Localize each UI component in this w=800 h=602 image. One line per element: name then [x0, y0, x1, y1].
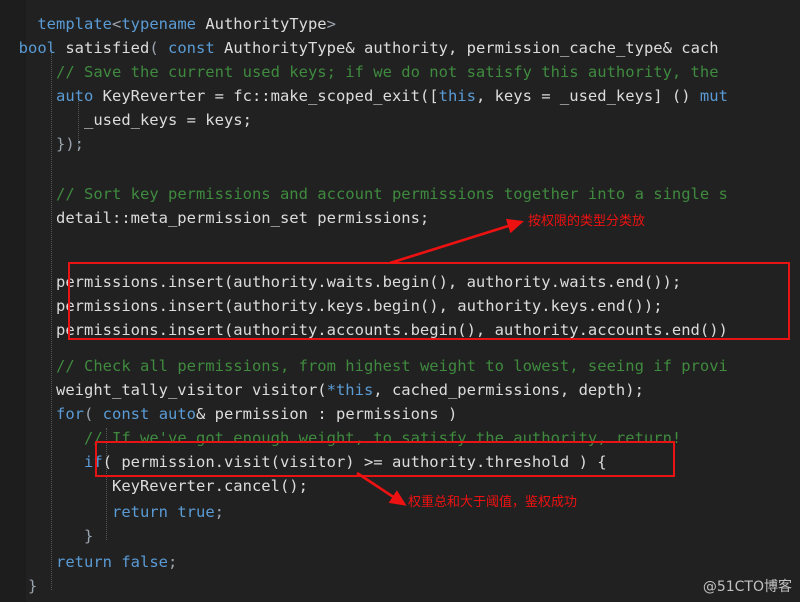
code-line[interactable]: weight_tally_visitor visitor(*this, cach…: [0, 378, 644, 402]
code-token: detail::meta_permission_set permissions;: [0, 209, 430, 227]
code-line[interactable]: bool satisfied( const AuthorityType& aut…: [0, 36, 719, 60]
code-token: permissions.insert(authority.accounts.be…: [0, 321, 728, 339]
code-token: permissions.insert(authority.waits.begin…: [0, 273, 682, 291]
code-token: auto: [158, 405, 197, 423]
code-token: , cached_permissions, depth);: [373, 381, 644, 399]
code-line[interactable]: detail::meta_permission_set permissions;: [0, 206, 429, 230]
code-token: }: [0, 527, 94, 545]
code-token: _used_keys = keys;: [0, 111, 252, 129]
code-line[interactable]: // Sort key permissions and account perm…: [0, 182, 728, 206]
code-token: }: [0, 577, 38, 595]
code-token: AuthorityType& authority, permission_cac…: [214, 39, 719, 57]
code-line[interactable]: }: [0, 574, 37, 598]
code-token: *this: [326, 381, 374, 399]
code-token: KeyReverter = fc::make_scoped_exit([: [93, 87, 439, 105]
code-line[interactable]: KeyReverter.cancel();: [0, 474, 308, 498]
code-token: ( permission.visit(visitor) >= authority…: [102, 453, 607, 471]
code-token: // Sort key permissions and account perm…: [56, 185, 728, 203]
code-token: true: [177, 503, 215, 521]
code-token: return: [56, 553, 112, 571]
code-line[interactable]: template<typename AuthorityType>: [0, 12, 336, 36]
annotation-label-weight-success: 权重总和大于阈值，鉴权成功: [408, 495, 578, 510]
code-line[interactable]: });: [0, 132, 84, 156]
code-token: KeyReverter.cancel();: [0, 477, 308, 495]
code-token: (: [149, 39, 159, 57]
code-token: // If we've got enough weight, to satisf…: [84, 429, 682, 447]
code-line[interactable]: permissions.insert(authority.accounts.be…: [0, 318, 728, 342]
code-token: >: [326, 15, 336, 33]
code-token: const: [168, 39, 215, 57]
code-token: template: [37, 15, 112, 33]
code-token: });: [0, 135, 84, 153]
code-token: & permission : permissions ): [196, 405, 458, 423]
code-token: typename: [121, 15, 196, 33]
code-token: false: [121, 553, 169, 571]
code-token: , keys = _used_keys] (): [475, 87, 700, 105]
annotation-label-sort-by-type: 按权限的类型分类放: [528, 214, 646, 229]
code-line[interactable]: permissions.insert(authority.waits.begin…: [0, 270, 681, 294]
code-line[interactable]: // Save the current used keys; if we do …: [0, 60, 719, 84]
code-token: satisfied: [56, 39, 150, 57]
code-token: ;: [168, 553, 178, 571]
code-line[interactable]: // If we've got enough weight, to satisf…: [0, 426, 681, 450]
code-line[interactable]: }: [0, 524, 93, 548]
code-line[interactable]: // Check all permissions, from highest w…: [0, 354, 728, 378]
code-token: (: [84, 405, 103, 423]
code-token: return: [111, 503, 168, 521]
code-token: permissions.insert(authority.keys.begin(…: [0, 297, 663, 315]
code-token: AuthorityType: [195, 15, 327, 33]
code-token: for: [56, 405, 84, 423]
code-text-layer[interactable]: template<typename AuthorityType> bool sa…: [0, 0, 800, 602]
code-line[interactable]: _used_keys = keys;: [0, 108, 252, 132]
code-token: <: [111, 15, 122, 33]
code-token: if: [84, 453, 103, 471]
code-token: // Save the current used keys; if we do …: [56, 63, 719, 81]
code-line[interactable]: if( permission.visit(visitor) >= authori…: [0, 450, 607, 474]
code-token: auto: [56, 87, 94, 105]
code-token: mut: [699, 87, 728, 105]
code-line[interactable]: return true;: [0, 500, 224, 524]
code-token: ;: [214, 503, 224, 521]
watermark: @51CTO博客: [702, 579, 792, 595]
code-line[interactable]: permissions.insert(authority.keys.begin(…: [0, 294, 663, 318]
code-token: const: [102, 405, 150, 423]
code-line[interactable]: auto KeyReverter = fc::make_scoped_exit(…: [0, 84, 728, 108]
code-line[interactable]: for( const auto& permission : permission…: [0, 402, 457, 426]
code-line[interactable]: return false;: [0, 550, 177, 574]
code-screenshot: template<typename AuthorityType> bool sa…: [0, 0, 800, 602]
code-token: this: [438, 87, 476, 105]
code-token: bool: [18, 39, 56, 57]
code-token: weight_tally_visitor visitor(: [0, 381, 327, 399]
code-token: // Check all permissions, from highest w…: [56, 357, 728, 375]
